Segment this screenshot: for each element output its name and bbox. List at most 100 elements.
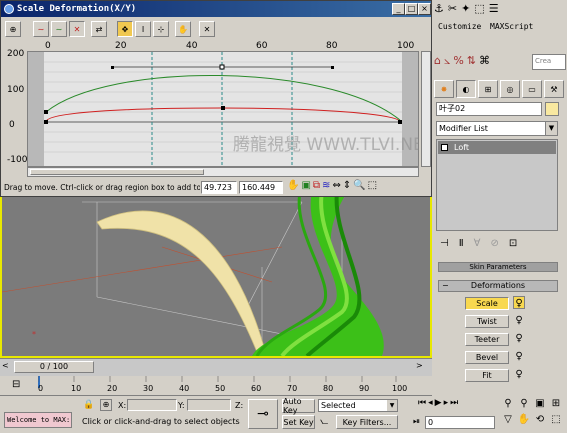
show-end-result-icon[interactable]: Ⅱ [459, 238, 464, 254]
make-symmetrical-icon[interactable]: ⊕ [5, 21, 21, 37]
zoom-horizontal-extents-icon[interactable]: ⧉ [313, 180, 320, 195]
next-key-icon[interactable]: ▸ [444, 398, 449, 412]
scrollbar-thumb[interactable] [30, 169, 204, 175]
deformations-rollout[interactable]: − Deformations [438, 280, 558, 292]
snap-icon[interactable]: ⌂ [434, 54, 441, 76]
minimize-button[interactable]: _ [392, 3, 405, 15]
scale-bulb-icon[interactable]: ♀ [513, 296, 525, 309]
zoom-extents-all-icon[interactable]: ⊞ [548, 398, 564, 414]
perspective-viewport[interactable]: * [0, 195, 432, 358]
dialog-title-bar[interactable]: Scale Deformation(X/Y) [1, 1, 431, 17]
point-y-field[interactable]: 160.449 [239, 181, 283, 194]
key-mode-toggle-icon[interactable]: ⏯ [413, 417, 420, 427]
zoom-vertical-extents-icon[interactable]: ≋ [322, 180, 330, 195]
select-icon[interactable]: ⬚ [474, 2, 484, 18]
zoom-extents-icon[interactable]: ▣ [301, 180, 310, 195]
zoom-all-icon[interactable]: ⚲ [516, 398, 532, 414]
go-to-start-icon[interactable]: ⏮ [418, 398, 426, 412]
customize-menu[interactable]: Customize [438, 22, 481, 31]
track-bar[interactable]: ⊟ 0 10 20 30 40 50 60 70 80 90 100 [0, 376, 432, 396]
arc-rotate-icon[interactable]: ⟲ [532, 414, 548, 430]
create-field[interactable]: Crea [532, 54, 566, 70]
y-field[interactable] [187, 399, 231, 411]
close-button[interactable]: × [418, 3, 431, 15]
skin-parameters-rollout[interactable]: Skin Parameters [438, 262, 558, 272]
bevel-bulb-icon[interactable]: ♀ [513, 350, 525, 363]
pin-stack-icon[interactable]: ⊣ [440, 238, 449, 254]
current-frame-field[interactable]: 0 [425, 416, 495, 429]
prev-frame-icon[interactable]: < [2, 361, 12, 373]
scale-button[interactable]: Scale [465, 297, 509, 310]
motion-tab-icon[interactable]: ◎ [500, 80, 520, 98]
fit-bulb-icon[interactable]: ♀ [513, 368, 525, 381]
x-field[interactable] [127, 399, 177, 411]
scale-control-point-icon[interactable]: I [135, 21, 151, 37]
swap-curves-icon[interactable]: ⇄ [91, 21, 107, 37]
absolute-mode-icon[interactable]: ⊕ [100, 399, 112, 411]
time-slider-thumb[interactable]: 0 / 100 [14, 361, 94, 373]
curve-editor-icon[interactable]: ⊟ [12, 379, 20, 390]
percent-snap-icon[interactable]: % [453, 54, 463, 76]
named-selection-icon[interactable]: ⌘ [479, 54, 490, 76]
zoom-icon[interactable]: ⚲ [500, 398, 516, 414]
zoom-region-icon[interactable]: ⬚ [368, 180, 377, 195]
hierarchy-tab-icon[interactable]: ⊞ [478, 80, 498, 98]
remove-modifier-icon[interactable]: ⊘ [490, 238, 498, 254]
pan-icon[interactable]: ✋ [287, 180, 299, 195]
set-key-button[interactable]: Set Key [282, 415, 315, 429]
lock-icon[interactable]: 🔒 [83, 400, 94, 410]
default-tangent-icon[interactable]: ⦦ [320, 416, 328, 427]
deformation-graph[interactable]: 腾龍視覺 WWW.TLVI.NET [27, 51, 435, 167]
maxscript-menu[interactable]: MAXScript [490, 22, 533, 31]
move-control-point-icon[interactable]: ✥ [117, 21, 133, 37]
bind-icon[interactable]: ✦ [461, 2, 470, 18]
play-icon[interactable]: ▶ [435, 398, 442, 412]
time-slider[interactable]: < 0 / 100 > [0, 358, 432, 376]
spinner-snap-icon[interactable]: ⇅ [467, 54, 476, 76]
field-of-view-icon[interactable]: ▽ [500, 414, 516, 430]
zoom-icon[interactable]: 🔍 [353, 180, 365, 195]
key-mode-dropdown[interactable]: Selected ▼ [318, 399, 398, 412]
display-y-icon[interactable]: ∼ [51, 21, 67, 37]
fit-button[interactable]: Fit [465, 369, 509, 382]
angle-snap-icon[interactable]: ⦣ [444, 54, 450, 76]
vertical-scrollbar[interactable] [421, 51, 431, 167]
zoom-vertical-icon[interactable]: ⇕ [343, 180, 351, 195]
modify-tab-icon[interactable]: ◐ [456, 80, 476, 98]
maximize-viewport-icon[interactable]: ⬚ [548, 414, 564, 430]
next-frame-icon[interactable]: > [416, 361, 426, 373]
prev-key-icon[interactable]: ◂ [428, 398, 433, 412]
make-unique-icon[interactable]: ∀ [474, 238, 481, 254]
create-tab-icon[interactable]: ✸ [434, 80, 454, 98]
delete-control-point-icon[interactable]: ✋ [175, 21, 191, 37]
auto-key-button[interactable]: Auto Key [282, 397, 315, 415]
maximize-button[interactable]: □ [405, 3, 418, 15]
go-to-end-icon[interactable]: ⏭ [450, 398, 458, 412]
object-color-swatch[interactable] [545, 102, 559, 116]
modifier-list-dropdown[interactable]: Modifier List ▼ [436, 121, 558, 136]
display-x-icon[interactable]: ∼ [33, 21, 49, 37]
object-name-field[interactable]: 叶子02 [436, 102, 542, 116]
key-filters-button[interactable]: Key Filters... [336, 415, 398, 429]
twist-bulb-icon[interactable]: ♀ [513, 314, 525, 327]
zoom-horizontal-icon[interactable]: ⇔ [332, 180, 340, 195]
utilities-tab-icon[interactable]: ⚒ [544, 80, 564, 98]
display-xy-icon[interactable]: ✕ [69, 21, 85, 37]
maxscript-listener[interactable]: Welcome to MAX: [4, 412, 72, 428]
zoom-extents-icon[interactable]: ▣ [532, 398, 548, 414]
display-tab-icon[interactable]: ▭ [522, 80, 542, 98]
unlink-icon[interactable]: ✂ [448, 2, 457, 18]
twist-button[interactable]: Twist [465, 315, 509, 328]
configure-sets-icon[interactable]: ⊡ [509, 238, 517, 254]
reset-curve-icon[interactable]: ✕ [199, 21, 215, 37]
horizontal-scrollbar[interactable] [27, 167, 419, 177]
select-name-icon[interactable]: ☰ [489, 2, 499, 18]
insert-corner-point-icon[interactable]: ⊹ [153, 21, 169, 37]
bevel-button[interactable]: Bevel [465, 351, 509, 364]
stack-item-loft[interactable]: Loft [438, 141, 556, 154]
point-x-field[interactable]: 49.723 [201, 181, 237, 194]
pan-view-icon[interactable]: ✋ [516, 414, 532, 430]
link-icon[interactable]: ⚓ [434, 2, 444, 18]
teeter-button[interactable]: Teeter [465, 333, 509, 346]
key-icon[interactable]: ⊸ [248, 399, 278, 429]
